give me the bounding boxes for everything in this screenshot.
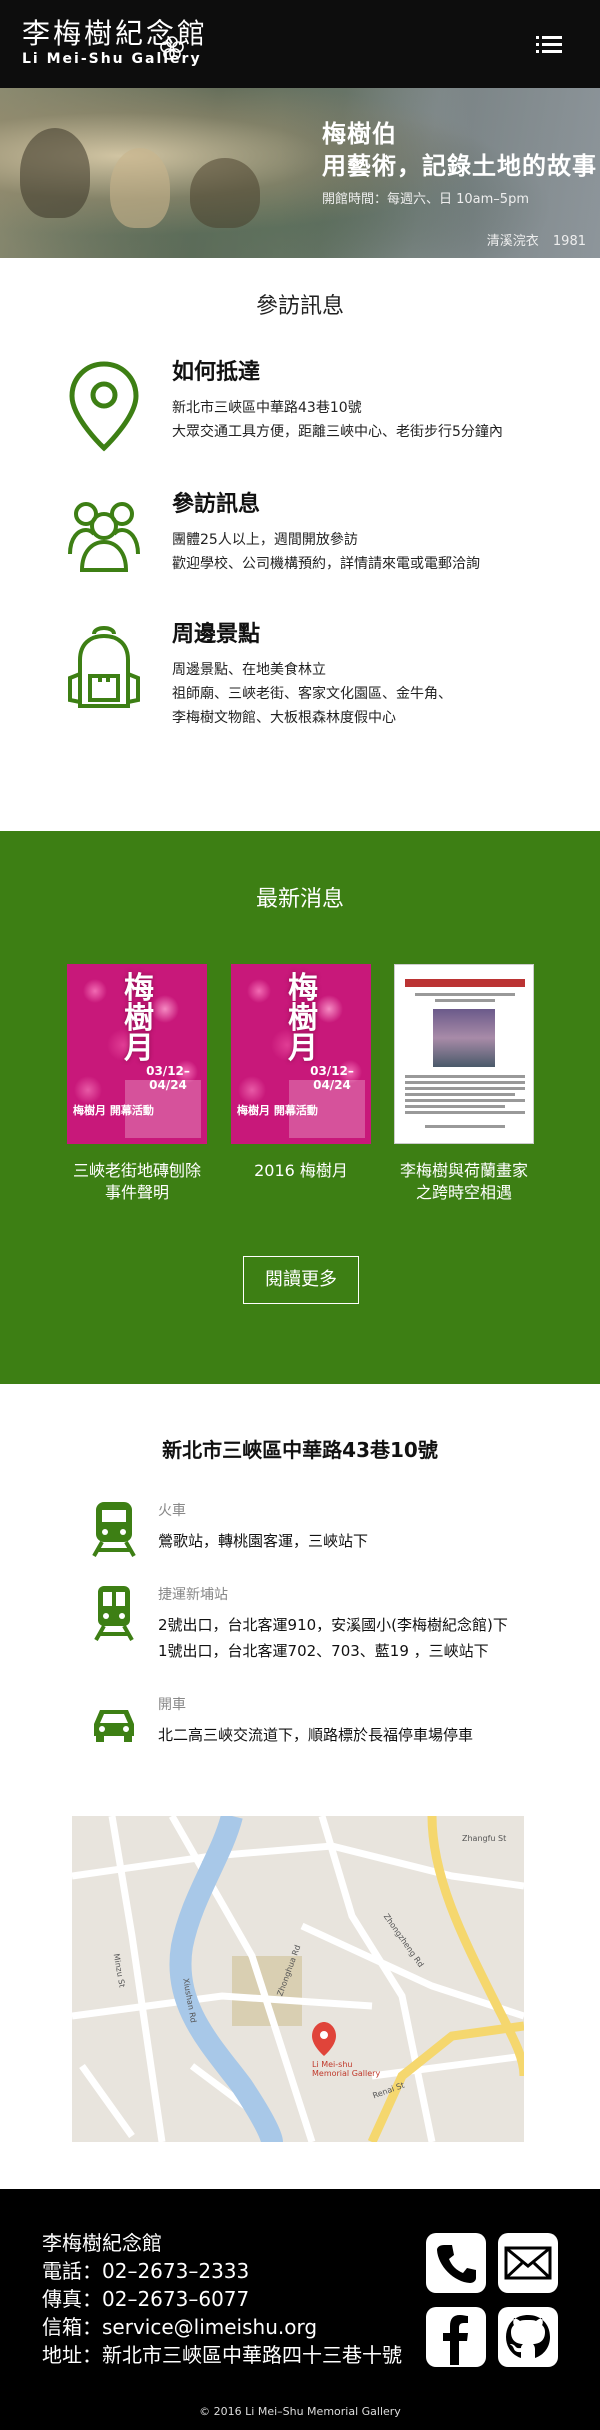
news-section: 最新消息 梅樹月 03/12–04/24 梅樹月 開幕活動 三峽老街地磚刨除 事… [0,831,600,1384]
news-caption[interactable]: 三峽老街地磚刨除 事件聲明 [67,1160,207,1204]
transport-metro: 捷運新埔站 2號出口，台北客運910，安溪國小(李梅樹紀念館)下 1號出口，台北… [90,1584,508,1664]
news-item[interactable]: 李梅樹與荷蘭畫家 之跨時空相遇 [394,964,534,1204]
hero-title: 梅樹伯 用藝術，記錄土地的故事 [322,120,597,180]
info-heading: 如何抵達 [172,360,261,385]
info-how-to-arrive: 如何抵達 新北市三峽區中華路43巷10號 大眾交通工具方便，距離三峽中心、老街步… [64,358,503,454]
map-graphic [72,1816,524,2142]
info-line: 團體25人以上，週間開放參訪 [172,532,358,548]
contact-info: 李梅樹紀念館 電話：02–2673–2333 傳真：02–2673–6077 信… [42,2229,402,2369]
footer-email[interactable]: 信箱：service@limeishu.org [42,2313,402,2341]
info-nearby-attractions: 周邊景點 周邊景點、在地美食林立 祖師廟、三峽老街、客家文化園區、金牛角、 李梅… [64,620,452,730]
news-item[interactable]: 梅樹月 03/12–04/24 梅樹月 開幕活動 三峽老街地磚刨除 事件聲明 [67,964,207,1204]
backpack-icon [68,626,140,708]
copyright: © 2016 Li Mei–Shu Memorial Gallery [199,2405,401,2418]
info-line: 周邊景點、在地美食林立 [172,662,326,678]
phone-icon[interactable] [426,2233,486,2293]
group-icon [68,502,140,572]
info-line: 大眾交通工具方便，距離三峽中心、老街步行5分鐘內 [172,424,503,440]
transport-label: 開車 [158,1697,186,1713]
info-line: 祖師廟、三峽老街、客家文化園區、金牛角、 [172,686,452,702]
opening-hours: 開館時間：每週六、日 10am–5pm [322,192,529,207]
info-visit-details: 參訪訊息 團體25人以上，週間開放參訪 歡迎學校、公司機構預約，詳情請來電或電郵… [64,490,480,586]
news-caption[interactable]: 李梅樹與荷蘭畫家 之跨時空相遇 [394,1160,534,1204]
footer-fax: 傳真：02–2673–6077 [42,2287,250,2311]
info-line: 歡迎學校、公司機構預約，詳情請來電或電郵洽詢 [172,556,480,572]
site-header: 李梅樹紀念館 Li Mei-Shu Gallery [0,0,600,88]
footer-address: 地址：新北市三峽區中華路四十三巷十號 [42,2343,402,2367]
email-icon[interactable] [498,2233,558,2293]
github-icon[interactable] [498,2307,558,2367]
transport-car: 開車 北二高三峽交流道下，順路標於長福停車場停車 [90,1694,473,1752]
news-caption[interactable]: 2016 梅樹月 [231,1160,371,1182]
flower-logo-icon [160,36,184,60]
info-line: 新北市三峽區中華路43巷10號 [172,400,362,416]
transport-line: 1號出口，台北客運702、703、藍19 ，三峽站下 [158,1642,489,1660]
info-heading: 參訪訊息 [172,492,261,517]
map-pin-icon [69,361,139,452]
site-footer: 李梅樹紀念館 電話：02–2673–2333 傳真：02–2673–6077 信… [0,2189,600,2430]
map-marker-label: Li Mei-shu Memorial Gallery [312,2060,381,2078]
footer-name: 李梅樹紀念館 [42,2231,162,2255]
facebook-icon[interactable] [426,2307,486,2367]
info-line: 李梅樹文物館、大板根森林度假中心 [172,710,396,726]
news-poster-image[interactable]: 梅樹月 03/12–04/24 梅樹月 開幕活動 [231,964,371,1144]
hamburger-menu-icon[interactable] [536,36,562,54]
footer-phone[interactable]: 電話：02–2673–2333 [42,2257,402,2285]
train-icon [92,1502,136,1557]
visit-info-section: 參訪訊息 如何抵達 新北市三峽區中華路43巷10號 大眾交通工具方便，距離三峽中… [0,258,600,831]
painting-caption: 清溪浣衣 1981 [486,234,586,249]
transport-section: 新北市三峽區中華路43巷10號 火車 鶯歌站，轉桃園客運，三峽站下 捷運新埔站 … [0,1384,600,2189]
address-title: 新北市三峽區中華路43巷10號 [162,1438,438,1462]
section-title-news: 最新消息 [255,887,344,912]
location-map[interactable]: Li Mei-shu Memorial Gallery Zhonghua Rd … [72,1816,524,2142]
transport-line: 2號出口，台北客運910，安溪國小(李梅樹紀念館)下 [158,1616,508,1634]
car-icon [94,1710,134,1742]
hero-banner: 梅樹伯 用藝術，記錄土地的故事 開館時間：每週六、日 10am–5pm 清溪浣衣… [0,88,600,258]
transport-line: 北二高三峽交流道下，順路標於長福停車場停車 [158,1726,474,1744]
transport-label: 火車 [158,1503,186,1519]
section-title-visit: 參訪訊息 [255,294,344,319]
metro-icon [94,1586,134,1641]
news-document-image[interactable] [394,964,534,1144]
news-poster-image[interactable]: 梅樹月 03/12–04/24 梅樹月 開幕活動 [67,964,207,1144]
transport-line: 鶯歌站，轉桃園客運，三峽站下 [158,1532,369,1550]
read-more-button[interactable]: 閱讀更多 [243,1256,359,1304]
transport-label: 捷運新埔站 [158,1587,228,1603]
transport-train: 火車 鶯歌站，轉桃園客運，三峽站下 [90,1500,368,1558]
info-heading: 周邊景點 [172,622,261,647]
news-item[interactable]: 梅樹月 03/12–04/24 梅樹月 開幕活動 2016 梅樹月 [231,964,371,1182]
